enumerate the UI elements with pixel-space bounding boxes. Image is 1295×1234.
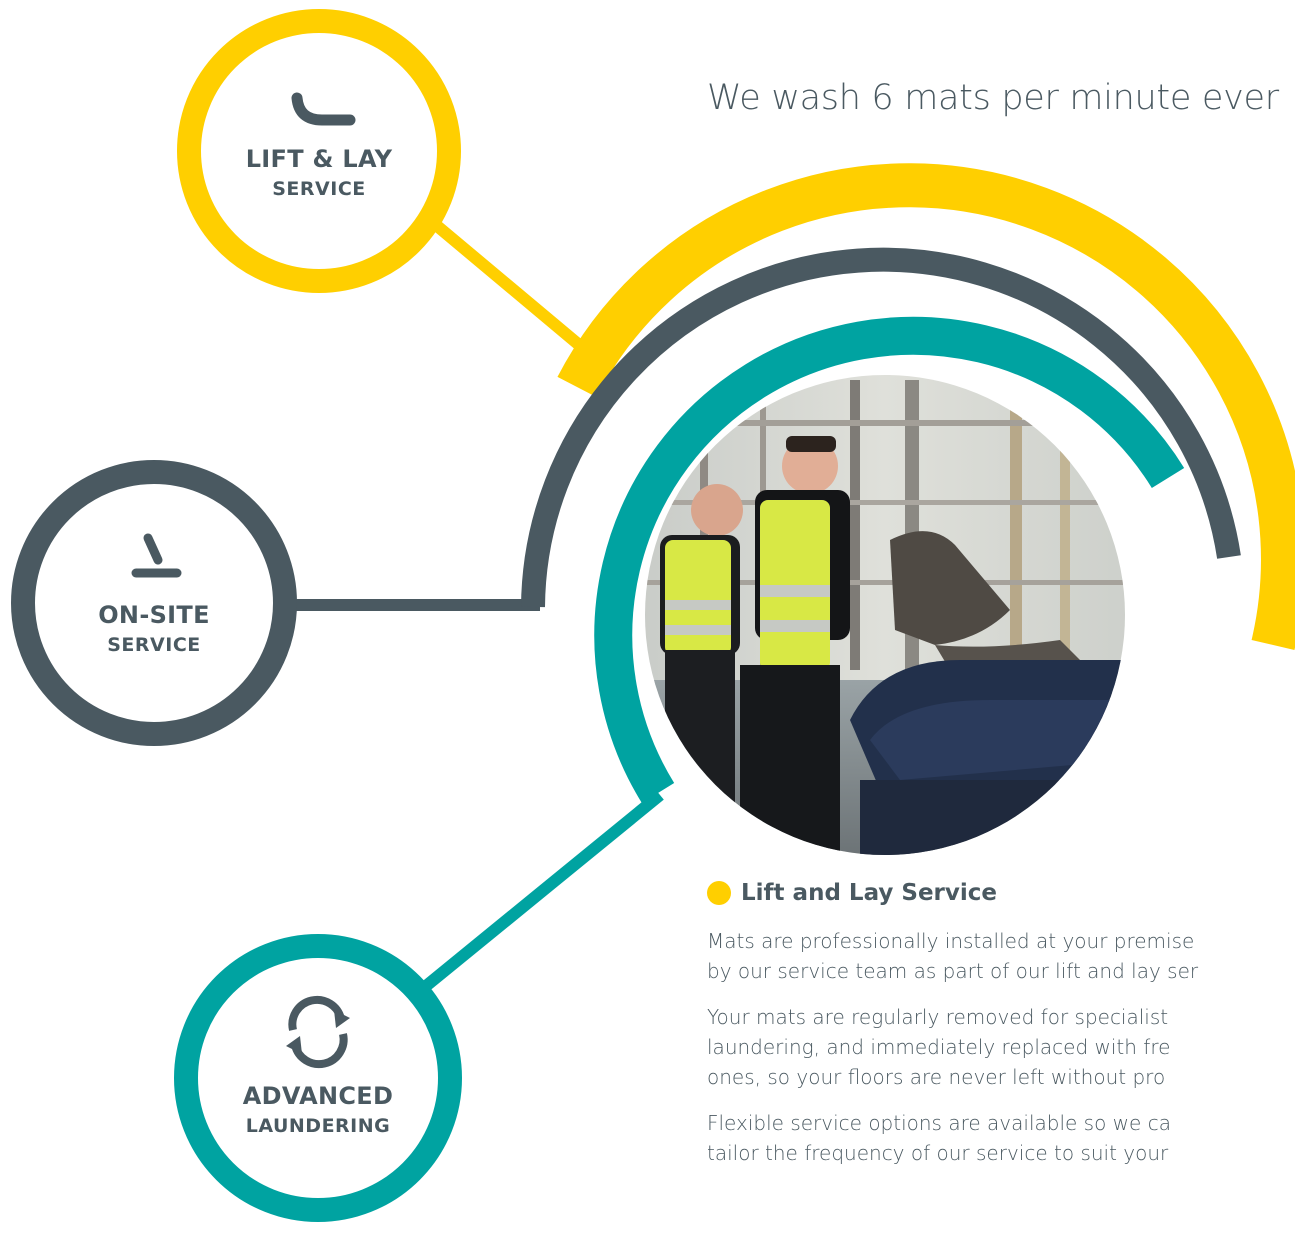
paragraph-2: Your mats are regularly removed for spec… [707, 1002, 1295, 1092]
yellow-dot-icon [707, 881, 731, 905]
service-description: Lift and Lay Service Mats are profession… [707, 880, 1295, 1184]
advanced-label-line1: ADVANCED [242, 1082, 394, 1110]
paragraph-2-line-3: ones, so your floors are never left with… [707, 1065, 1166, 1089]
paragraph-1-line-2: by our service team as part of our lift … [707, 959, 1199, 983]
service-title-text: Lift and Lay Service [741, 880, 997, 906]
lift-lay-label-line2: SERVICE [272, 177, 366, 200]
paragraph-1-line-1: Mats are professionally installed at you… [707, 929, 1195, 953]
paragraph-2-line-2: laundering, and immediately replaced wit… [707, 1035, 1171, 1059]
on-site-label-line1: ON-SITE [98, 601, 210, 629]
paragraph-3-line-1: Flexible service options are available s… [707, 1111, 1171, 1135]
on-site-label-line2: SERVICE [107, 633, 201, 656]
connector-advanced [411, 790, 664, 1000]
advanced-label-line2: LAUNDERING [245, 1114, 391, 1137]
paragraph-1: Mats are professionally installed at you… [707, 926, 1295, 986]
workers-handling-mats-photo [645, 375, 1125, 855]
advanced-label[interactable]: ADVANCED LAUNDERING [208, 1082, 428, 1138]
lift-lay-label[interactable]: LIFT & LAY SERVICE [219, 145, 419, 201]
paragraph-3: Flexible service options are available s… [707, 1108, 1295, 1168]
on-site-label[interactable]: ON-SITE SERVICE [54, 601, 254, 657]
paragraph-2-line-1: Your mats are regularly removed for spec… [707, 1005, 1169, 1029]
lift-lay-label-line1: LIFT & LAY [245, 145, 393, 173]
headline: We wash 6 mats per minute ever [707, 78, 1279, 118]
service-title: Lift and Lay Service [707, 880, 1295, 906]
paragraph-3-line-2: tailor the frequency of our service to s… [707, 1141, 1169, 1165]
advanced-node-circle[interactable] [174, 934, 462, 1222]
